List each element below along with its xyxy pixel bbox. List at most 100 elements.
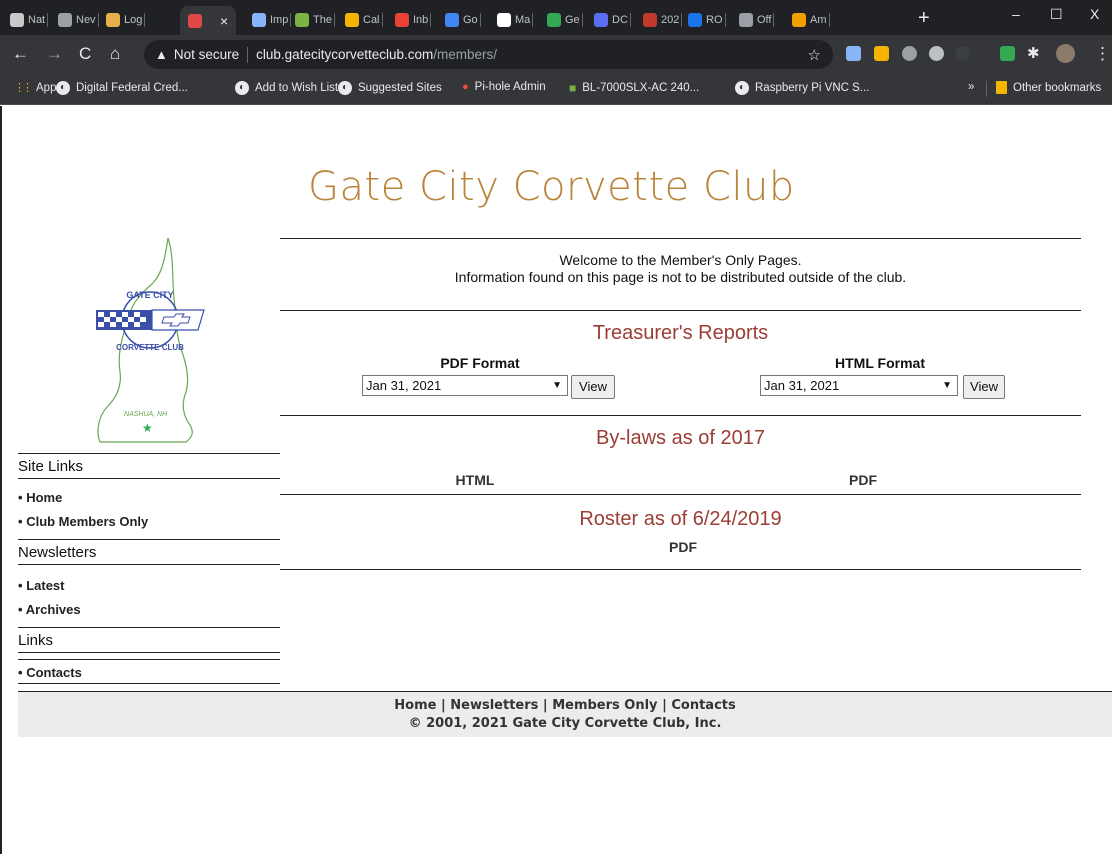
footer-link-contacts[interactable]: Contacts bbox=[671, 698, 735, 713]
tab-separator bbox=[629, 13, 631, 27]
extension-honey-icon[interactable] bbox=[874, 46, 889, 61]
sidebar-item-label[interactable]: Archives bbox=[26, 602, 81, 617]
browser-tab[interactable]: Off bbox=[739, 7, 775, 33]
address-divider bbox=[247, 46, 249, 63]
footer-link-newsletters[interactable]: Newsletters bbox=[450, 698, 538, 713]
bookmark-item[interactable]: ⋮⋮ Apps bbox=[14, 81, 62, 95]
sidebar-divider bbox=[18, 453, 280, 454]
pdf-report-select[interactable]: Jan 31, 2021 ▼ bbox=[362, 375, 568, 396]
address-bar[interactable]: ▲ Not secure club.gatecitycorvetteclub.c… bbox=[144, 40, 833, 69]
tab-separator bbox=[581, 13, 583, 27]
tab-separator bbox=[333, 13, 335, 27]
browser-tab[interactable]: Imp bbox=[252, 7, 292, 33]
sidebar-divider bbox=[18, 478, 280, 479]
browser-tab[interactable]: The bbox=[295, 7, 335, 33]
sidebar-item-latest[interactable]: • Latest bbox=[18, 578, 64, 593]
browser-tab[interactable]: Go bbox=[445, 7, 481, 33]
bookmark-item[interactable]: ◐ Raspberry Pi VNC S... bbox=[735, 81, 869, 95]
roster-pdf-link[interactable]: PDF bbox=[648, 539, 718, 555]
security-label[interactable]: Not secure bbox=[174, 47, 239, 62]
page-footer: Home | Newsletters | Members Only | Cont… bbox=[18, 691, 1112, 737]
forward-icon[interactable]: → bbox=[46, 44, 63, 64]
extension-circle-icon[interactable] bbox=[902, 46, 917, 61]
tab-favicon-icon bbox=[188, 13, 202, 28]
extension-cloud-icon[interactable] bbox=[846, 46, 861, 61]
browser-tab[interactable]: Inb bbox=[395, 7, 432, 33]
profile-avatar[interactable] bbox=[1056, 44, 1075, 63]
browser-tab[interactable]: Ge bbox=[547, 7, 583, 33]
tab-favicon-icon bbox=[688, 13, 702, 27]
tab-separator bbox=[381, 13, 383, 27]
more-bookmarks-button[interactable]: » bbox=[968, 81, 974, 93]
sidebar-item-label[interactable]: Club Members Only bbox=[26, 514, 148, 529]
sidebar-item-members-only[interactable]: • Club Members Only bbox=[18, 514, 148, 529]
tab-separator bbox=[144, 13, 146, 27]
bylaws-pdf-link[interactable]: PDF bbox=[828, 472, 898, 488]
bookmark-item[interactable]: ■ BL-7000SLX-AC 240... bbox=[569, 81, 699, 95]
new-tab-button[interactable]: + bbox=[918, 8, 930, 28]
tab-favicon-icon bbox=[10, 13, 24, 27]
browser-tab[interactable]: Log bbox=[106, 7, 146, 33]
star-icon: ★ bbox=[142, 421, 153, 435]
tab-separator bbox=[47, 13, 49, 27]
close-window-icon[interactable]: X bbox=[1090, 6, 1099, 22]
reload-icon[interactable]: C bbox=[79, 44, 91, 64]
html-view-button[interactable]: View bbox=[963, 375, 1005, 399]
sidebar-item-home[interactable]: • Home bbox=[18, 490, 62, 505]
extension-search-icon[interactable] bbox=[955, 46, 970, 61]
extensions-puzzle-icon[interactable]: ✱ bbox=[1027, 44, 1040, 64]
bookmark-item[interactable]: ◐ Add to Wish List bbox=[235, 81, 338, 95]
maximize-icon[interactable]: ☐ bbox=[1050, 6, 1063, 23]
url-host: club.gatecitycorvetteclub.com bbox=[256, 47, 434, 62]
tab-close-icon[interactable]: × bbox=[220, 13, 228, 29]
tab-favicon-icon bbox=[252, 13, 266, 27]
bookmark-star-icon[interactable]: ☆ bbox=[808, 46, 821, 64]
tab-title: Ma bbox=[515, 14, 531, 26]
tab-favicon-icon bbox=[739, 13, 753, 27]
browser-tab[interactable]: × bbox=[180, 6, 237, 35]
footer-link-home[interactable]: Home bbox=[394, 698, 436, 713]
bookmark-item[interactable]: ● Pi-hole Admin bbox=[462, 81, 546, 93]
menu-kebab-icon[interactable]: ⋮ bbox=[1094, 44, 1111, 64]
sidebar-item-label[interactable]: Latest bbox=[26, 578, 64, 593]
tab-favicon-icon bbox=[395, 13, 409, 27]
tab-favicon-icon bbox=[594, 13, 608, 27]
tab-separator bbox=[773, 13, 775, 27]
welcome-line-2: Information found on this page is not to… bbox=[454, 269, 907, 285]
browser-tab[interactable]: Ma bbox=[497, 7, 534, 33]
footer-link-members-only[interactable]: Members Only bbox=[552, 698, 657, 713]
bookmark-item[interactable]: ◐ Digital Federal Cred... bbox=[56, 81, 188, 95]
home-icon[interactable]: ⌂ bbox=[110, 44, 120, 64]
html-report-select[interactable]: Jan 31, 2021 ▼ bbox=[760, 375, 958, 396]
extension-record-icon[interactable] bbox=[929, 46, 944, 61]
extension-check-icon[interactable] bbox=[1000, 46, 1015, 61]
browser-tab[interactable]: Cal bbox=[345, 7, 383, 33]
logo-arc-bottom: CORVETTE CLUB bbox=[116, 343, 184, 352]
tab-favicon-icon bbox=[792, 13, 806, 27]
browser-tab[interactable]: Am bbox=[792, 7, 830, 33]
browser-tab[interactable]: Nev bbox=[58, 7, 99, 33]
bullet-icon: • bbox=[18, 514, 23, 529]
browser-tab[interactable]: Nat bbox=[10, 7, 49, 33]
sidebar-item-label[interactable]: Contacts bbox=[26, 665, 82, 680]
back-icon[interactable]: ← bbox=[12, 44, 29, 64]
sidebar-divider bbox=[18, 539, 280, 540]
tab-favicon-icon bbox=[497, 13, 511, 27]
other-bookmarks-button[interactable]: Other bookmarks bbox=[996, 81, 1101, 94]
bookmark-item[interactable]: ◐ Suggested Sites bbox=[338, 81, 442, 95]
pdf-view-button[interactable]: View bbox=[571, 375, 615, 399]
tab-separator bbox=[828, 13, 830, 27]
browser-tab[interactable]: RO bbox=[688, 7, 726, 33]
welcome-divider bbox=[280, 310, 1081, 311]
roster-divider bbox=[280, 569, 1081, 570]
bylaws-html-link[interactable]: HTML bbox=[440, 472, 510, 488]
browser-tab[interactable]: 202 bbox=[643, 7, 683, 33]
tab-strip: + – ☐ X Nat Nev Log × Imp The Cal Inb Go Ma Ge DC 20… bbox=[0, 0, 1112, 35]
warning-icon[interactable]: ▲ bbox=[155, 47, 168, 62]
sidebar-item-archives[interactable]: • Archives bbox=[18, 602, 81, 617]
browser-tab[interactable]: DC bbox=[594, 7, 631, 33]
html-format-label: HTML Format bbox=[835, 355, 925, 371]
sidebar-item-contacts[interactable]: • Contacts bbox=[18, 665, 82, 680]
minimize-icon[interactable]: – bbox=[1012, 6, 1020, 22]
sidebar-item-label[interactable]: Home bbox=[26, 490, 62, 505]
